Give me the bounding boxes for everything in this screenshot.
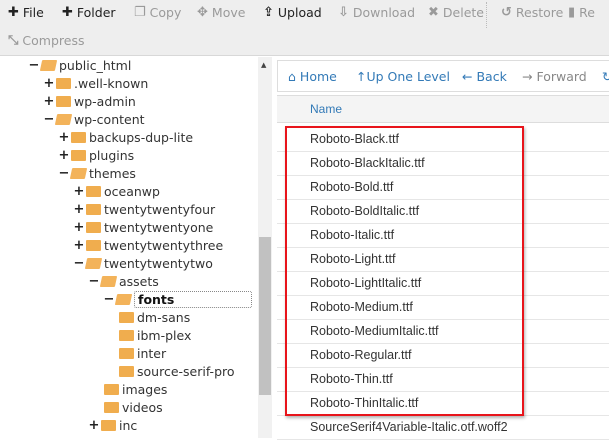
delete-button[interactable]: ✖ Delete — [428, 5, 484, 20]
folder-icon — [56, 77, 71, 89]
toolbar: ✚ File ✚ Folder ❐ Copy ✥ Move ⇪ Upload ⇩ Download ✖ D… — [0, 0, 609, 56]
reload-icon[interactable]: ↻ — [602, 69, 609, 84]
download-button[interactable]: ⇩ Download — [338, 5, 415, 20]
folder-icon — [56, 95, 71, 107]
tree-item[interactable]: − public_html — [28, 57, 132, 74]
expand-icon[interactable]: + — [73, 202, 85, 217]
folder-open-icon — [54, 113, 73, 125]
folder-open-icon — [69, 167, 88, 179]
compress-button[interactable]: ⤡ Compress — [8, 33, 84, 48]
tree-scrollbar[interactable]: ▲ — [258, 57, 272, 438]
re-button[interactable]: ▮ Re — [568, 5, 595, 20]
tree-item[interactable]: + oceanwp — [73, 182, 160, 200]
collapse-icon[interactable]: − — [88, 274, 100, 289]
tree-item[interactable]: videos — [103, 398, 163, 416]
download-icon: ⇩ — [338, 5, 349, 20]
scrollbar-thumb[interactable] — [259, 237, 271, 395]
tree-item[interactable]: + twentytwentyfour — [73, 200, 216, 218]
folder-icon — [119, 329, 134, 341]
level-up-icon: ↑ — [356, 69, 367, 84]
collapse-icon[interactable]: − — [73, 256, 85, 271]
folder-open-icon — [114, 293, 133, 305]
move-button[interactable]: ✥ Move — [197, 5, 245, 20]
highlight-box — [285, 126, 524, 416]
tree-item[interactable]: + twentytwentythree — [73, 236, 224, 254]
collapse-icon[interactable]: − — [103, 292, 115, 307]
folder-icon — [119, 311, 134, 323]
folder-open-icon — [39, 59, 58, 71]
forward-button[interactable]: → Forward — [522, 69, 587, 84]
folder-icon — [86, 185, 101, 197]
tree-item[interactable]: + wp-admin — [43, 92, 136, 110]
navigation-bar: ⌂ Home ↑Up One Level ← Back → Forward ↻ — [277, 60, 609, 92]
tree-item[interactable]: + .well-known — [43, 74, 149, 92]
tree-item[interactable]: − themes — [58, 164, 136, 182]
folder-icon — [71, 149, 86, 161]
tree-item[interactable]: ibm-plex — [118, 326, 191, 344]
folder-icon — [119, 365, 134, 377]
tree-item[interactable]: − wp-content — [43, 110, 145, 128]
move-icon: ✥ — [197, 5, 208, 20]
upload-button[interactable]: ⇪ Upload — [263, 5, 322, 20]
expand-icon[interactable]: + — [73, 220, 85, 235]
expand-icon[interactable]: + — [73, 184, 85, 199]
folder-open-icon — [99, 275, 118, 287]
folder-icon — [101, 419, 116, 431]
collapse-icon[interactable]: − — [28, 58, 40, 73]
tree-item[interactable]: inter — [118, 344, 166, 362]
expand-icon[interactable]: + — [88, 418, 100, 433]
name-column-header[interactable]: Name — [277, 95, 609, 123]
up-one-level-button[interactable]: ↑Up One Level — [356, 69, 450, 84]
file-button[interactable]: ✚ File — [8, 5, 44, 20]
plus-icon: ✚ — [62, 5, 73, 20]
collapse-icon[interactable]: − — [58, 166, 70, 181]
copy-icon: ❐ — [134, 5, 146, 20]
tree-item[interactable]: − twentytwentytwo — [73, 254, 213, 272]
tree-item[interactable]: + twentytwentyone — [73, 218, 214, 236]
tree-item[interactable]: source-serif-pro — [118, 362, 235, 380]
folder-icon — [104, 401, 119, 413]
folder-icon — [86, 203, 101, 215]
file-name: SourceSerif4Variable-Italic.otf.woff2 — [310, 420, 508, 434]
expand-icon[interactable]: + — [58, 148, 70, 163]
folder-button[interactable]: ✚ Folder — [62, 5, 116, 20]
tree-item[interactable]: − assets — [88, 272, 159, 290]
toolbar-divider — [486, 2, 487, 28]
folder-icon — [71, 131, 86, 143]
tree-item[interactable]: + backups-dup-lite — [58, 128, 194, 146]
expand-icon[interactable]: + — [43, 76, 55, 91]
back-button[interactable]: ← Back — [462, 69, 507, 84]
tree-item[interactable]: dm-sans — [118, 308, 190, 326]
tree-item[interactable]: images — [103, 380, 167, 398]
folder-open-icon — [84, 257, 103, 269]
compress-icon: ⤡ — [8, 33, 19, 48]
scroll-up-arrow-icon[interactable]: ▲ — [261, 61, 266, 69]
upload-icon: ⇪ — [263, 5, 274, 20]
tree-item[interactable]: + plugins — [58, 146, 135, 164]
expand-icon[interactable]: + — [43, 94, 55, 109]
tree-item[interactable]: + inc — [88, 416, 138, 434]
copy-button[interactable]: ❐ Copy — [134, 5, 181, 20]
expand-icon[interactable]: + — [58, 130, 70, 145]
arrow-left-icon: ← — [462, 69, 473, 84]
file-icon: ▮ — [568, 5, 576, 20]
folder-icon — [119, 347, 134, 359]
folder-icon — [104, 383, 119, 395]
times-icon: ✖ — [428, 5, 439, 20]
expand-icon[interactable]: + — [73, 238, 85, 253]
arrow-right-icon: → — [522, 69, 533, 84]
home-button[interactable]: ⌂ Home — [288, 69, 337, 84]
tree-item[interactable]: − fonts — [103, 290, 253, 308]
folder-icon — [86, 239, 101, 251]
folder-icon — [86, 221, 101, 233]
home-icon: ⌂ — [288, 69, 296, 84]
folder-tree: − public_html + .well-known + wp-admin − wp-con… — [0, 57, 258, 438]
file-row[interactable]: SourceSerif4Variable-Italic.otf.woff2 — [277, 416, 609, 440]
collapse-icon[interactable]: − — [43, 112, 55, 127]
restore-button[interactable]: ↺ Restore — [501, 5, 563, 20]
undo-icon: ↺ — [501, 5, 512, 20]
plus-icon: ✚ — [8, 5, 19, 20]
